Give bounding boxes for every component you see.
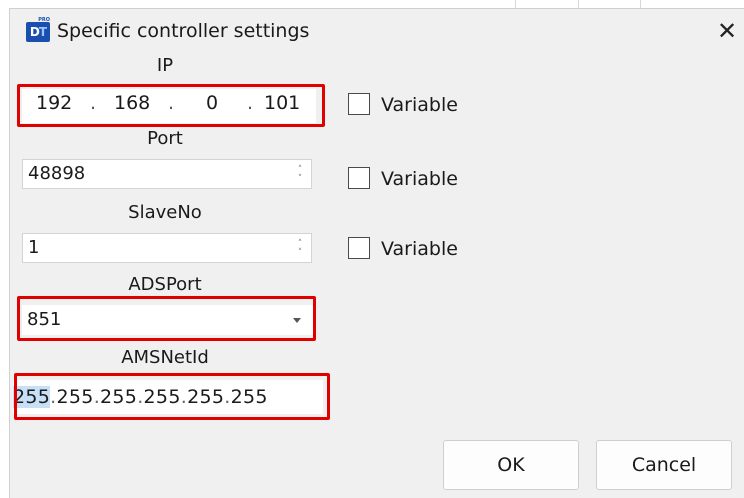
slaveno-value[interactable]: 1 [28,237,39,259]
slaveno-variable-label: Variable [381,238,458,260]
background-strip [0,0,744,8]
background-divider [515,0,516,8]
app-logo-icon: DT PRO [26,17,50,42]
port-spinbox[interactable]: 48898 ˄ ˅ [22,159,312,189]
cancel-button[interactable]: Cancel [596,440,732,490]
ip-variable-label: Variable [381,94,458,116]
title-bar: DT PRO Specific controller settings ✕ [10,9,744,53]
slaveno-label: SlaveNo [128,202,202,223]
window-title: Specific controller settings [57,20,310,42]
port-value[interactable]: 48898 [28,163,85,185]
port-variable-label: Variable [381,168,458,190]
close-icon: ✕ [716,17,738,45]
spin-down-icon[interactable]: ˅ [295,249,305,258]
amsnetid-highlight-box [14,373,330,420]
adsport-highlight-box [17,296,316,341]
port-spinner[interactable]: ˄ ˅ [295,166,305,184]
ip-highlight-box [17,84,325,127]
ok-button[interactable]: OK [443,440,579,490]
background-divider [640,0,641,8]
ip-variable-checkbox[interactable] [348,93,370,115]
port-variable-checkbox[interactable] [348,167,370,189]
background-divider [578,0,579,8]
ip-label: IP [156,55,174,76]
slaveno-variable-checkbox[interactable] [348,237,370,259]
spin-down-icon[interactable]: ˅ [295,175,305,184]
slaveno-spinner[interactable]: ˄ ˅ [295,240,305,258]
slaveno-spinbox[interactable]: 1 ˄ ˅ [22,233,312,263]
close-button[interactable]: ✕ [713,17,741,45]
port-label: Port [147,128,183,149]
adsport-label: ADSPort [128,274,202,295]
controller-settings-dialog: DT PRO Specific controller settings ✕ IP … [9,8,744,498]
amsnetid-label: AMSNetId [121,347,209,368]
